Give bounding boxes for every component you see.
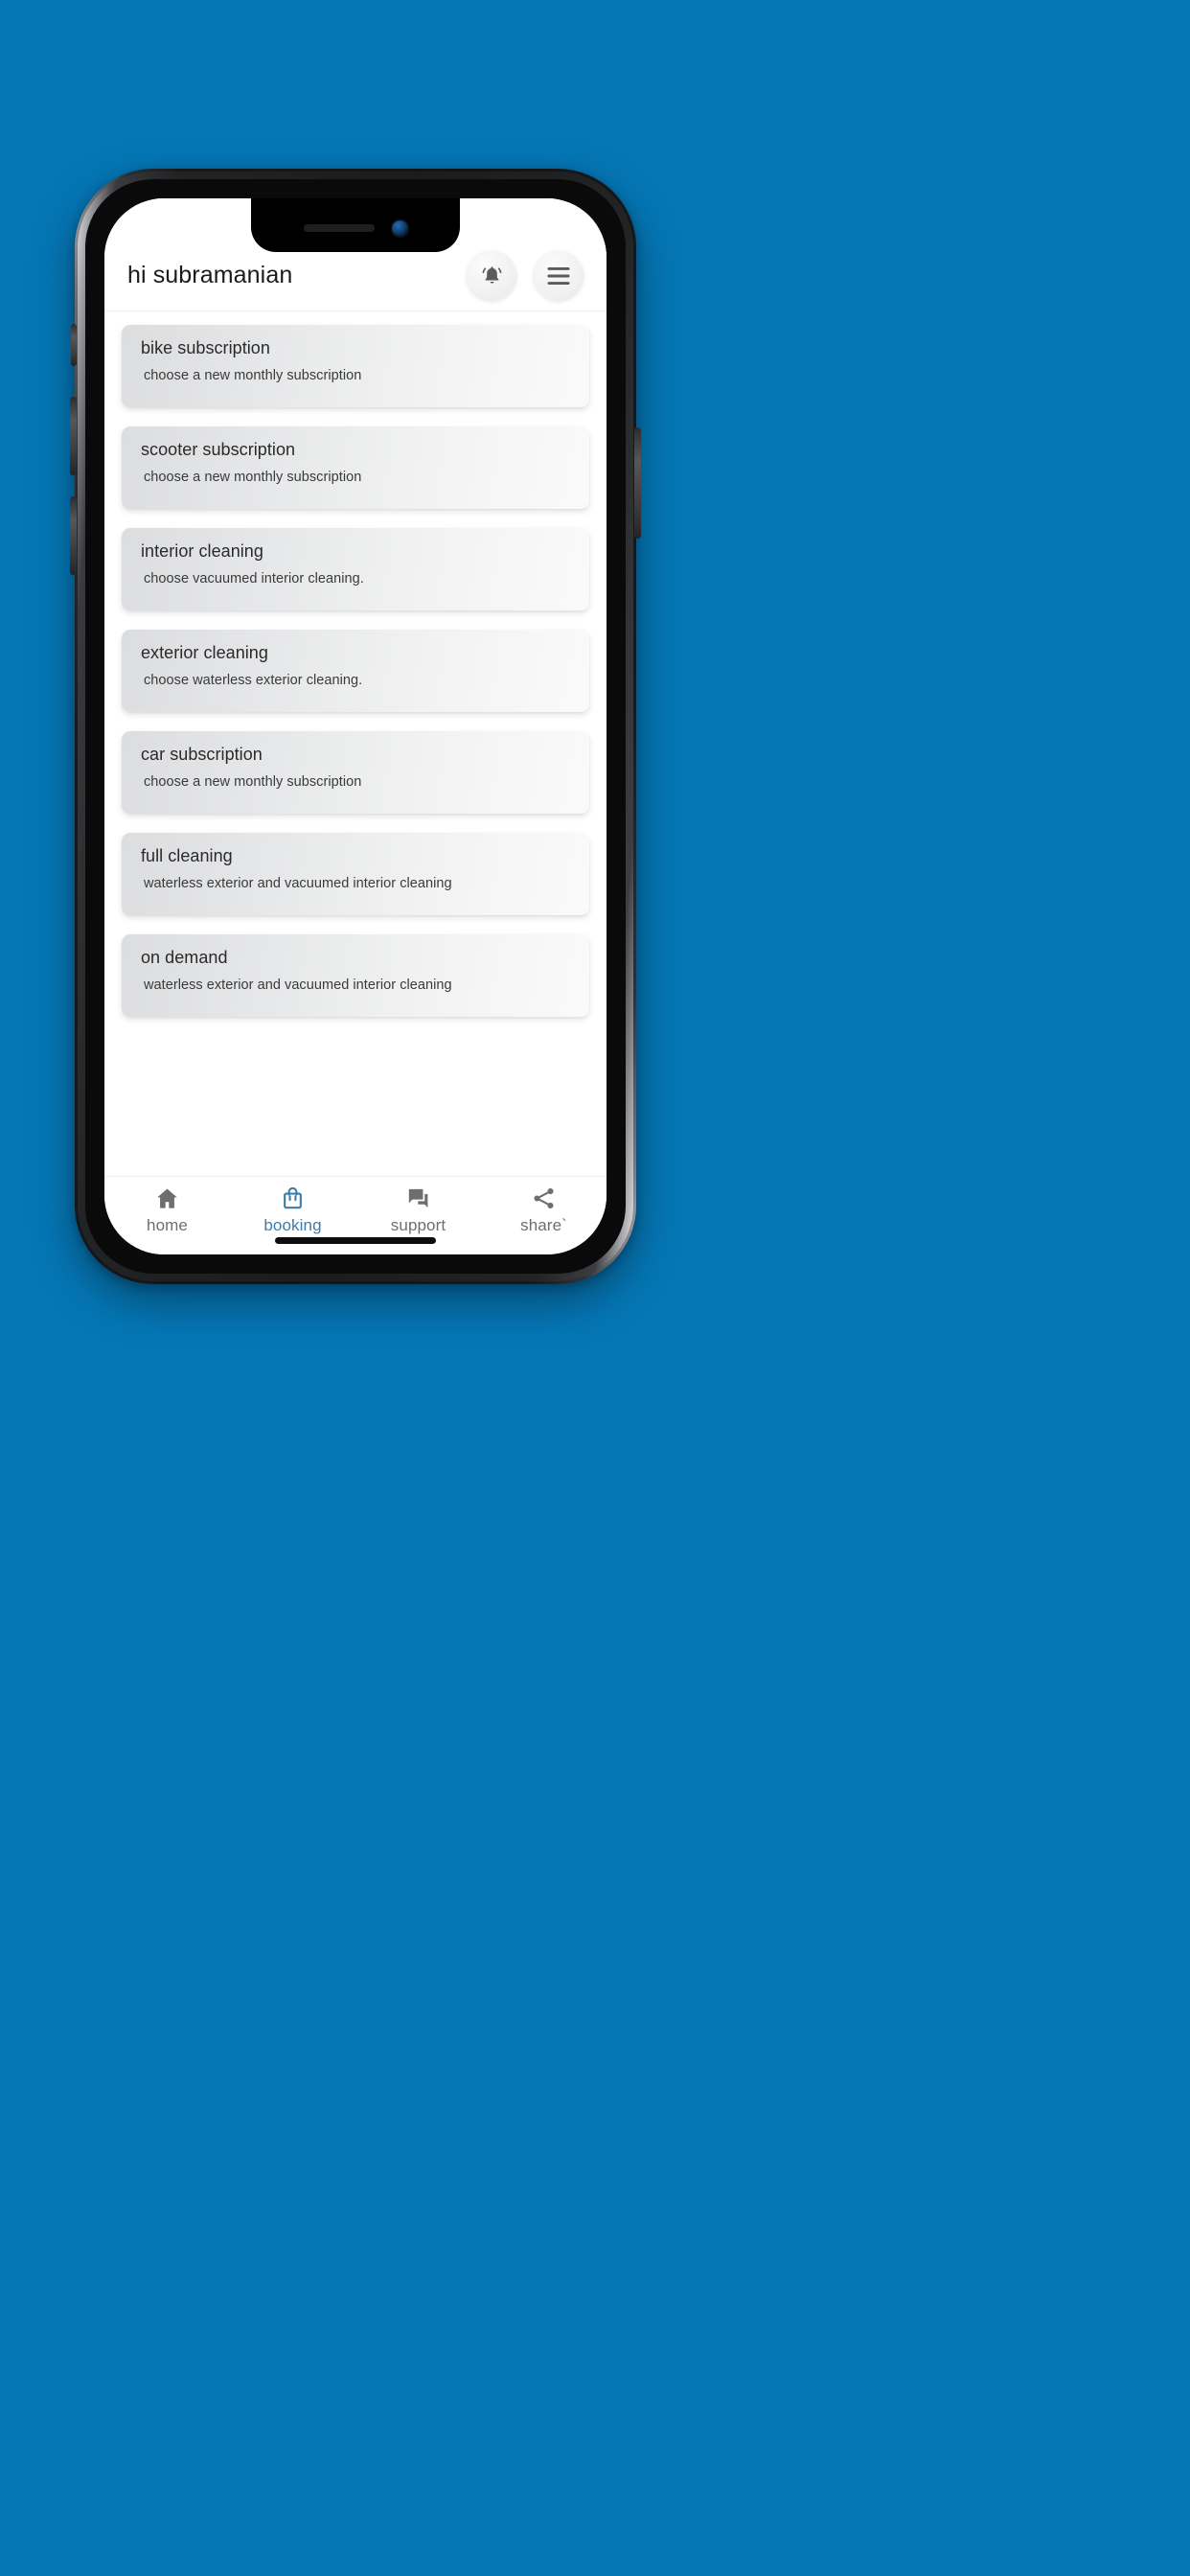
nav-item-share[interactable]: share` — [481, 1185, 606, 1235]
notifications-button[interactable] — [467, 250, 516, 301]
nav-label: home — [147, 1216, 188, 1234]
card-title: exterior cleaning — [141, 643, 268, 662]
menu-button[interactable] — [534, 250, 584, 301]
home-indicator-bar[interactable] — [275, 1237, 436, 1244]
nav-item-booking[interactable]: booking — [230, 1185, 355, 1235]
card-subtitle: choose waterless exterior cleaning. — [144, 672, 363, 688]
nav-label: booking — [263, 1216, 322, 1234]
card-subtitle: waterless exterior and vacuumed interior… — [144, 875, 452, 891]
card-subtitle: choose vacuumed interior cleaning. — [144, 570, 364, 586]
nav-item-home[interactable]: home — [104, 1185, 230, 1235]
volume-up-button[interactable] — [70, 397, 77, 475]
speaker-grille-icon — [303, 224, 375, 232]
phone-device-mockup: hi subramanian bike subscription choose … — [70, 169, 641, 1284]
phone-inner-bezel: hi subramanian bike subscription choose … — [85, 179, 626, 1274]
card-title: full cleaning — [141, 846, 233, 865]
card-title: scooter subscription — [141, 440, 296, 459]
card-title: on demand — [141, 948, 228, 967]
device-notch — [251, 198, 460, 252]
power-side-button[interactable] — [634, 427, 641, 539]
header-actions — [467, 250, 584, 301]
card-subtitle: choose a new monthly subscription — [144, 469, 362, 485]
mute-switch-button[interactable] — [71, 324, 77, 366]
service-card-on-demand[interactable]: on demand waterless exterior and vacuume… — [122, 934, 589, 1017]
shopping-bag-icon — [280, 1185, 306, 1211]
service-card-exterior-cleaning[interactable]: exterior cleaning choose waterless exter… — [122, 630, 589, 712]
front-camera-lens-icon — [391, 219, 408, 237]
service-card-list[interactable]: bike subscription choose a new monthly s… — [104, 311, 606, 1176]
hamburger-menu-icon — [546, 266, 571, 286]
service-card-interior-cleaning[interactable]: interior cleaning choose vacuumed interi… — [122, 528, 589, 610]
service-card-bike-subscription[interactable]: bike subscription choose a new monthly s… — [122, 325, 589, 407]
phone-screen: hi subramanian bike subscription choose … — [104, 198, 606, 1254]
card-subtitle: choose a new monthly subscription — [144, 773, 362, 790]
home-icon — [154, 1185, 180, 1211]
card-title: bike subscription — [141, 338, 270, 357]
service-card-car-subscription[interactable]: car subscription choose a new monthly su… — [122, 731, 589, 814]
service-card-scooter-subscription[interactable]: scooter subscription choose a new monthl… — [122, 426, 589, 509]
share-nodes-icon — [531, 1185, 557, 1211]
chat-bubbles-icon — [405, 1185, 431, 1211]
card-subtitle: waterless exterior and vacuumed interior… — [144, 977, 452, 993]
bell-ringing-icon — [480, 264, 504, 288]
card-subtitle: choose a new monthly subscription — [144, 367, 362, 383]
card-title: car subscription — [141, 745, 263, 764]
service-card-full-cleaning[interactable]: full cleaning waterless exterior and vac… — [122, 833, 589, 915]
card-title: interior cleaning — [141, 541, 263, 561]
app-container: hi subramanian bike subscription choose … — [104, 198, 606, 1254]
nav-label: support — [390, 1216, 446, 1234]
nav-label: share` — [520, 1216, 567, 1234]
volume-down-button[interactable] — [70, 496, 77, 575]
greeting-title: hi subramanian — [127, 262, 293, 288]
nav-item-support[interactable]: support — [355, 1185, 481, 1235]
